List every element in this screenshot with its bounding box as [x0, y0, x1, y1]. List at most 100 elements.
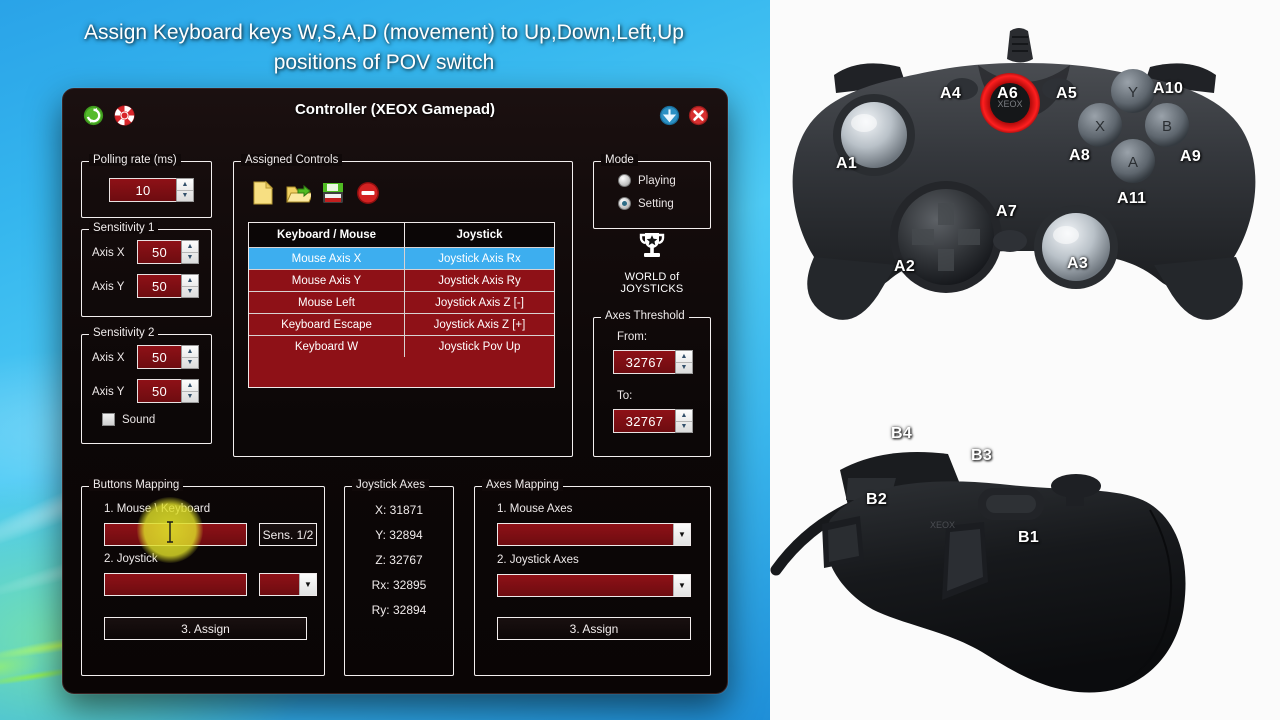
- sens2-axis-x-label: Axis X: [92, 352, 125, 364]
- axes-threshold-legend: Axes Threshold: [601, 310, 689, 322]
- sound-checkbox[interactable]: Sound: [102, 413, 155, 426]
- buttons-step2-input[interactable]: [104, 573, 247, 596]
- stepper-down-icon[interactable]: ▼: [182, 253, 198, 264]
- cell-joystick: Joystick Axis Z [-]: [435, 296, 524, 309]
- pad-label-B2: B2: [866, 491, 888, 508]
- combo-value[interactable]: [498, 575, 673, 596]
- mode-radio-playing[interactable]: Playing: [618, 174, 676, 187]
- buttons-assign-button[interactable]: 3. Assign: [104, 617, 307, 640]
- stepper-down-icon[interactable]: ▼: [177, 191, 193, 202]
- open-folder-icon[interactable]: [285, 180, 311, 206]
- buttons-step1-input[interactable]: [104, 523, 247, 546]
- polling-rate-stepper[interactable]: ▲ ▼: [176, 178, 194, 202]
- stepper-up-icon[interactable]: ▲: [676, 410, 692, 422]
- radio-dot-icon[interactable]: [618, 174, 631, 187]
- polling-rate-legend: Polling rate (ms): [89, 154, 181, 166]
- cell-joystick: Joystick Pov Up: [438, 340, 521, 353]
- cell-joystick: Joystick Axis Z [+]: [433, 318, 526, 331]
- stepper-down-icon[interactable]: ▼: [182, 392, 198, 403]
- table-row[interactable]: Keyboard W Joystick Pov Up: [249, 335, 554, 357]
- trophy-icon: [639, 233, 665, 257]
- stepper-up-icon[interactable]: ▲: [177, 179, 193, 191]
- cell-keyboard-mouse: Keyboard W: [249, 336, 405, 357]
- axes-step1-combo[interactable]: ▼: [497, 523, 691, 546]
- chevron-down-icon[interactable]: ▼: [673, 524, 690, 545]
- stepper-up-icon[interactable]: ▲: [182, 241, 198, 253]
- polling-rate-group: Polling rate (ms) 10 ▲ ▼: [81, 154, 212, 218]
- sens1-axis-x-spinner[interactable]: 50 ▲ ▼: [137, 240, 199, 264]
- combo-value[interactable]: [260, 574, 299, 595]
- sens2-axis-x-spinner[interactable]: 50 ▲ ▼: [137, 345, 199, 369]
- axes-mapping-group: Axes Mapping 1. Mouse Axes ▼ 2. Joystick…: [474, 479, 711, 676]
- sens1-axis-y-spinner[interactable]: 50 ▲ ▼: [137, 274, 199, 298]
- axes-step2-label: 2. Joystick Axes: [497, 554, 579, 566]
- gamepad-photo-panel: XEOX Y X B A A1 A2 A3 A4 A5 A6 A7 A8 A9 …: [770, 0, 1280, 720]
- stepper-up-icon[interactable]: ▲: [182, 346, 198, 358]
- stepper-up-icon[interactable]: ▲: [182, 275, 198, 287]
- table-row[interactable]: Mouse Axis X Joystick Axis Rx: [249, 247, 554, 269]
- sens2-axis-x-stepper[interactable]: ▲ ▼: [181, 345, 199, 369]
- gamepad-front-photo: XEOX Y X B A: [792, 28, 1256, 320]
- sensitivity-1-legend: Sensitivity 1: [89, 222, 159, 234]
- sens2-axis-y-spinner[interactable]: 50 ▲ ▼: [137, 379, 199, 403]
- threshold-from-value[interactable]: 32767: [613, 350, 675, 374]
- sound-label: Sound: [122, 413, 156, 426]
- sensitivity-toggle-button[interactable]: Sens. 1/2: [259, 523, 317, 546]
- stepper-down-icon[interactable]: ▼: [182, 358, 198, 369]
- stepper-up-icon[interactable]: ▲: [676, 351, 692, 363]
- axes-threshold-group: Axes Threshold From: 32767 ▲ ▼ To: 32767…: [593, 310, 711, 457]
- stepper-down-icon[interactable]: ▼: [676, 422, 692, 433]
- sens2-axis-y-value[interactable]: 50: [137, 379, 181, 403]
- sens1-axis-y-label: Axis Y: [92, 281, 125, 293]
- sens1-axis-x-stepper[interactable]: ▲ ▼: [181, 240, 199, 264]
- mode-radio-setting[interactable]: Setting: [618, 197, 674, 210]
- threshold-from-stepper[interactable]: ▲ ▼: [675, 350, 693, 374]
- table-empty-area[interactable]: [249, 357, 554, 387]
- threshold-from-label: From:: [617, 331, 648, 343]
- checkbox-box-icon[interactable]: [102, 413, 115, 426]
- buttons-mapping-group: Buttons Mapping 1. Mouse \ Keyboard Sens…: [81, 479, 325, 676]
- sens1-axis-x-label: Axis X: [92, 247, 125, 259]
- mode-group: Mode Playing Setting: [593, 154, 711, 229]
- joystick-axes-legend: Joystick Axes: [352, 479, 430, 491]
- buttons-step2-combo[interactable]: ▼: [259, 573, 317, 596]
- chevron-down-icon[interactable]: ▼: [673, 575, 690, 596]
- stepper-down-icon[interactable]: ▼: [676, 363, 692, 374]
- sens1-axis-y-stepper[interactable]: ▲ ▼: [181, 274, 199, 298]
- threshold-to-value[interactable]: 32767: [613, 409, 675, 433]
- sens2-axis-x-value[interactable]: 50: [137, 345, 181, 369]
- stepper-up-icon[interactable]: ▲: [182, 380, 198, 392]
- column-header-joystick: Joystick: [456, 229, 503, 241]
- title-bar: Controller (XEOX Gamepad): [63, 89, 727, 137]
- assigned-controls-table[interactable]: Keyboard / Mouse Joystick Mouse Axis X J…: [248, 222, 555, 388]
- threshold-to-spinner[interactable]: 32767 ▲ ▼: [613, 409, 693, 433]
- threshold-from-spinner[interactable]: 32767 ▲ ▼: [613, 350, 693, 374]
- delete-icon[interactable]: [355, 180, 381, 206]
- new-file-icon[interactable]: [250, 180, 276, 206]
- combo-value[interactable]: [498, 524, 673, 545]
- mode-option-label: Playing: [638, 174, 676, 187]
- polling-rate-spinner[interactable]: 10 ▲ ▼: [109, 178, 194, 202]
- stepper-down-icon[interactable]: ▼: [182, 287, 198, 298]
- radio-dot-icon[interactable]: [618, 197, 631, 210]
- save-floppy-icon[interactable]: [320, 180, 346, 206]
- assigned-controls-legend: Assigned Controls: [241, 154, 343, 166]
- axes-step2-combo[interactable]: ▼: [497, 574, 691, 597]
- app-window: Controller (XEOX Gamepad) Polling rate (…: [62, 88, 728, 694]
- threshold-to-stepper[interactable]: ▲ ▼: [675, 409, 693, 433]
- mode-legend: Mode: [601, 154, 638, 166]
- pad-label-A4: A4: [940, 85, 962, 102]
- table-row[interactable]: Mouse Axis Y Joystick Axis Ry: [249, 269, 554, 291]
- table-row[interactable]: Mouse Left Joystick Axis Z [-]: [249, 291, 554, 313]
- sens1-axis-x-value[interactable]: 50: [137, 240, 181, 264]
- axes-assign-button[interactable]: 3. Assign: [497, 617, 691, 640]
- cell-keyboard-mouse: Keyboard Escape: [249, 314, 405, 335]
- chevron-down-icon[interactable]: ▼: [299, 574, 316, 595]
- instruction-caption: Assign Keyboard keys W,S,A,D (movement) …: [84, 21, 684, 74]
- table-row[interactable]: Keyboard Escape Joystick Axis Z [+]: [249, 313, 554, 335]
- sens2-axis-y-stepper[interactable]: ▲ ▼: [181, 379, 199, 403]
- sensitivity-1-group: Sensitivity 1 Axis X 50 ▲ ▼ Axis Y 50 ▲ …: [81, 222, 212, 317]
- axes-mapping-legend: Axes Mapping: [482, 479, 563, 491]
- sens1-axis-y-value[interactable]: 50: [137, 274, 181, 298]
- polling-rate-value[interactable]: 10: [109, 178, 176, 202]
